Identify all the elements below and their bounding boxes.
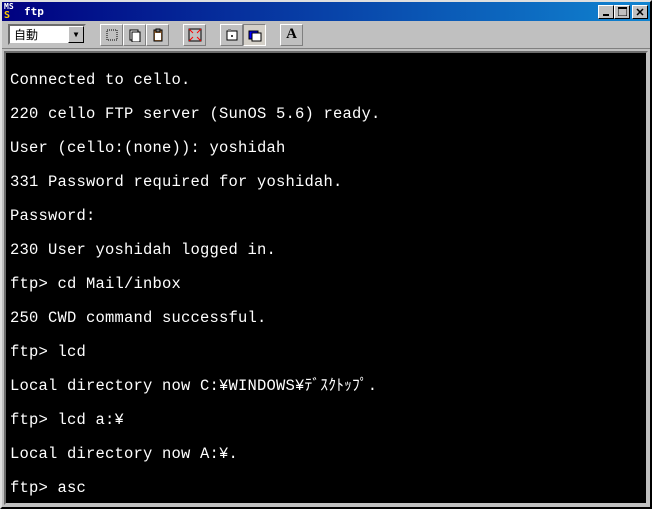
terminal-line: 331 Password required for yoshidah. [10,174,642,191]
background-button[interactable] [243,24,266,46]
fullscreen-button[interactable] [183,24,206,46]
maximize-button[interactable] [614,5,630,19]
font-size-dropdown[interactable]: 自動 ▼ [8,24,86,45]
terminal-line: ftp> cd Mail/inbox [10,276,642,293]
mark-button[interactable] [100,24,123,46]
minimize-button[interactable] [598,5,614,19]
window-title: ftp [24,5,598,18]
terminal-line: ftp> lcd [10,344,642,361]
chevron-down-icon[interactable]: ▼ [68,26,84,43]
terminal-line: Password: [10,208,642,225]
terminal-line: ftp> asc [10,480,642,497]
terminal-output[interactable]: Connected to cello. 220 cello FTP server… [4,51,648,505]
paste-button[interactable] [146,24,169,46]
msdos-icon: MSS [4,4,20,20]
terminal-line: 250 CWD command successful. [10,310,642,327]
terminal-line: Local directory now C:¥WINDOWS¥ﾃﾞｽｸﾄｯﾌﾟ. [10,378,642,395]
close-button[interactable] [632,5,648,19]
title-bar[interactable]: MSS ftp [2,2,650,21]
dos-window: MSS ftp 自動 ▼ [0,0,652,509]
terminal-line: Local directory now A:¥. [10,446,642,463]
window-controls [598,5,648,19]
dropdown-value: 自動 [14,26,38,43]
toolbar: 自動 ▼ [2,21,650,49]
copy-button[interactable] [123,24,146,46]
terminal-line: 220 cello FTP server (SunOS 5.6) ready. [10,106,642,123]
terminal-line: 230 User yoshidah logged in. [10,242,642,259]
terminal-line: Connected to cello. [10,72,642,89]
terminal-line: ftp> lcd a:¥ [10,412,642,429]
properties-button[interactable] [220,24,243,46]
font-button[interactable]: A [280,24,303,46]
terminal-line: User (cello:(none)): yoshidah [10,140,642,157]
